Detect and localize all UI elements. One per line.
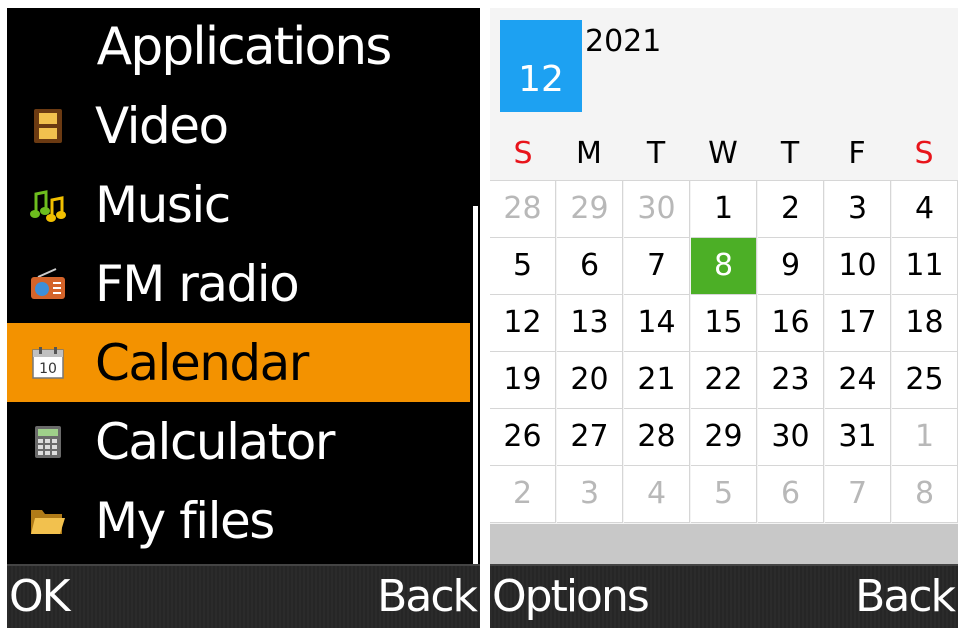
footer-strip [490,524,958,564]
calendar-icon: 10 [29,344,67,382]
calendar-screen: 12 2021 S M T W T F S 28 29 30 1 2 3 4 5 6 7 8 9 10 1… [490,8,958,628]
calendar-day-cell[interactable]: 4 [892,181,958,238]
calendar-day-cell[interactable]: 26 [490,409,556,466]
calendar-day-cell[interactable]: 22 [691,352,757,409]
year-label: 2021 [585,24,662,59]
menu-item-label: FM radio [95,254,300,313]
calendar-day-cell[interactable]: 1 [691,181,757,238]
radio-icon [29,265,67,303]
weekday-label: T [646,136,666,171]
calendar-day-cell[interactable]: 30 [758,409,824,466]
calendar-day-cell[interactable]: 8 [691,238,757,295]
scrollbar[interactable] [473,206,478,570]
weekday-label: M [576,136,602,171]
calculator-icon [29,423,67,461]
weekday-header: S M T W T F S [490,128,958,180]
calendar-day-cell[interactable]: 6 [758,466,824,523]
calendar-day-cell[interactable]: 3 [825,181,891,238]
calendar-day-cell[interactable]: 6 [557,238,623,295]
folder-icon [29,502,67,540]
calendar-day-cell[interactable]: 12 [490,295,556,352]
calendar-grid: 28 29 30 1 2 3 4 5 6 7 8 9 10 11 12 13 14 15 16 17 18 19 20 21 2… [490,180,958,523]
calendar-day-cell[interactable]: 13 [557,295,623,352]
menu-item-label: Video [95,96,229,155]
calendar-day-cell[interactable]: 3 [557,466,623,523]
calendar-day-cell[interactable]: 27 [557,409,623,466]
calendar-day-cell[interactable]: 8 [892,466,958,523]
calendar-day-cell[interactable]: 2 [758,181,824,238]
calendar-day-cell[interactable]: 1 [892,409,958,466]
calendar-day-cell[interactable]: 14 [624,295,690,352]
calendar-day-cell[interactable]: 7 [825,466,891,523]
calendar-day-cell[interactable]: 5 [490,238,556,295]
calendar-day-cell[interactable]: 20 [557,352,623,409]
video-film-icon [29,107,67,145]
calendar-day-cell[interactable]: 11 [892,238,958,295]
calendar-day-cell[interactable]: 7 [624,238,690,295]
applications-screen: Applications Video Music FM radio 10 Cal… [7,8,480,628]
calendar-day-cell[interactable]: 23 [758,352,824,409]
calendar-day-cell[interactable]: 5 [691,466,757,523]
calendar-day-cell[interactable]: 29 [557,181,623,238]
weekday-label: S [914,136,934,171]
menu-item-fm-radio[interactable]: FM radio [7,244,470,323]
calendar-day-cell[interactable]: 24 [825,352,891,409]
screen-title: Applications [96,17,393,77]
options-softkey[interactable]: Options [492,566,650,628]
music-note-icon [29,186,67,224]
menu-item-calendar[interactable]: 10 Calendar [7,323,470,402]
month-badge: 12 [500,20,582,112]
weekday-label: W [708,136,738,171]
softkey-bar: OK Back [7,564,480,628]
calendar-day-cell[interactable]: 9 [758,238,824,295]
calendar-day-cell[interactable]: 18 [892,295,958,352]
calendar-day-cell[interactable]: 15 [691,295,757,352]
back-softkey[interactable]: Back [855,566,956,628]
calendar-day-cell[interactable]: 31 [825,409,891,466]
menu-item-label: My files [95,491,275,550]
menu-item-music[interactable]: Music [7,165,470,244]
menu-item-video[interactable]: Video [7,86,470,165]
calendar-day-cell[interactable]: 25 [892,352,958,409]
calendar-day-cell[interactable]: 21 [624,352,690,409]
calendar-day-cell[interactable]: 17 [825,295,891,352]
calendar-day-cell[interactable]: 28 [490,181,556,238]
calendar-day-cell[interactable]: 29 [691,409,757,466]
weekday-label: S [513,136,533,171]
menu-item-label: Calculator [95,412,335,471]
calendar-day-cell[interactable]: 2 [490,466,556,523]
weekday-label: F [848,136,866,171]
menu-item-label: Music [95,175,231,234]
calendar-day-cell[interactable]: 19 [490,352,556,409]
menu-item-label: Calendar [95,333,309,392]
menu-item-my-files[interactable]: My files [7,481,470,560]
menu-item-calculator[interactable]: Calculator [7,402,470,481]
calendar-day-cell[interactable]: 28 [624,409,690,466]
svg-text:10: 10 [39,361,57,377]
back-softkey[interactable]: Back [377,566,478,628]
ok-softkey[interactable]: OK [9,566,70,628]
calendar-day-cell[interactable]: 4 [624,466,690,523]
weekday-label: T [780,136,800,171]
calendar-day-cell[interactable]: 30 [624,181,690,238]
calendar-day-cell[interactable]: 16 [758,295,824,352]
calendar-day-cell[interactable]: 10 [825,238,891,295]
softkey-bar: Options Back [490,564,958,628]
